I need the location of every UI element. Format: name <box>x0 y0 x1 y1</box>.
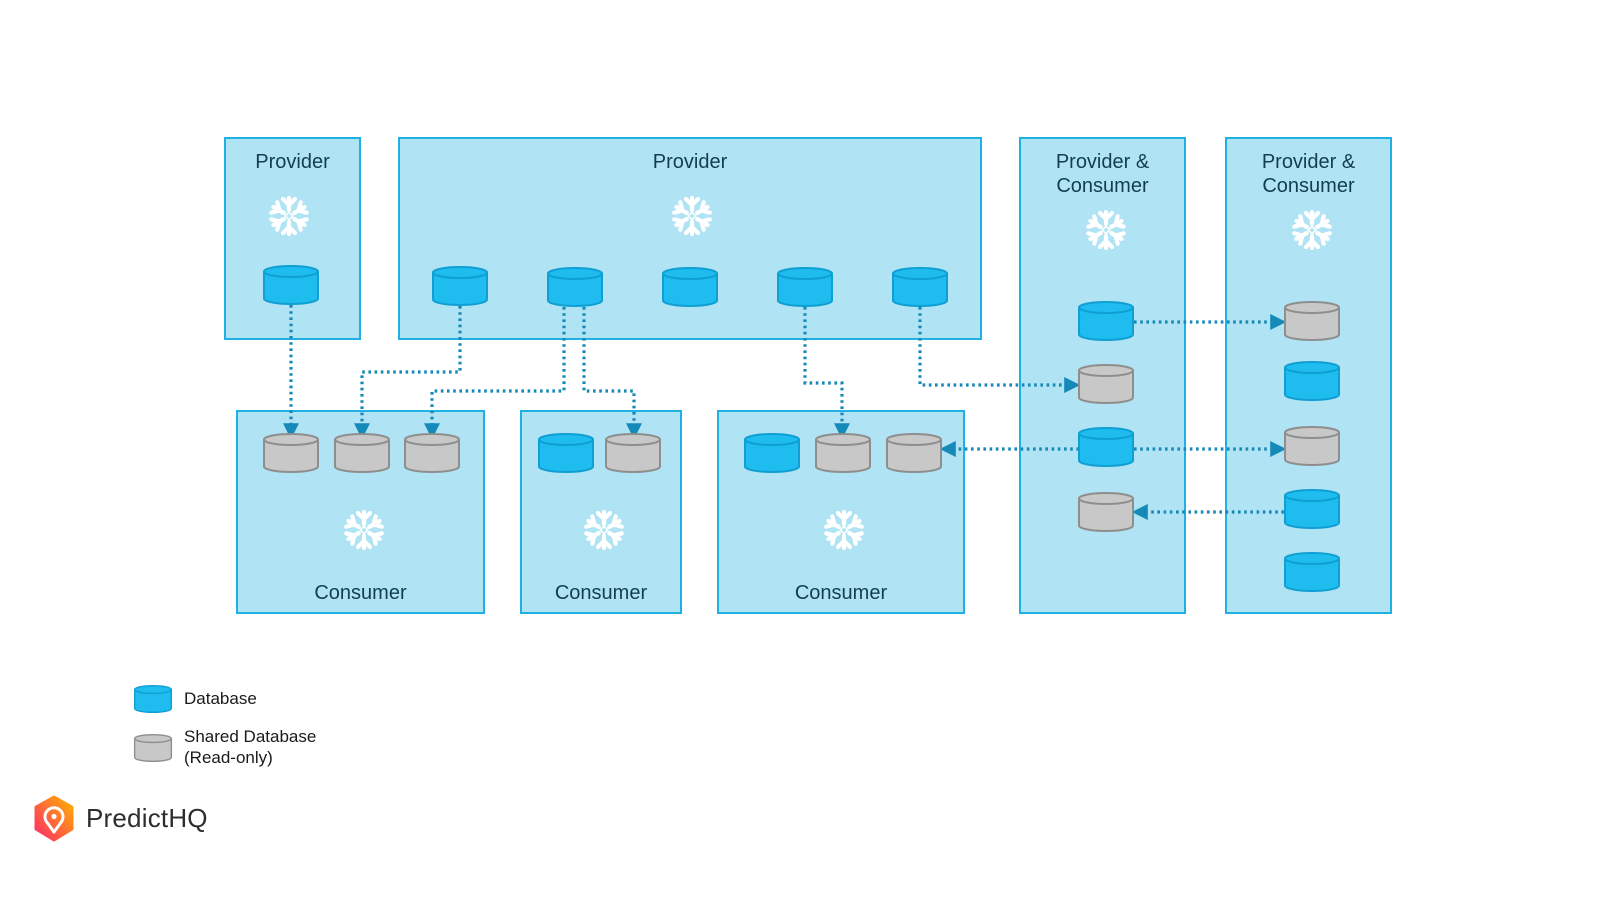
snowflake-icon <box>585 512 622 548</box>
database-icon <box>744 433 800 473</box>
brand-name: PredictHQ <box>86 803 208 833</box>
shared-database-icon <box>1078 364 1134 404</box>
database-icon <box>892 267 948 307</box>
shared-database-icon <box>605 433 661 473</box>
share-connector-arrow <box>803 307 850 440</box>
snowflake-icon <box>673 198 710 234</box>
shared-database-icon <box>886 433 942 473</box>
database-icon <box>263 265 319 305</box>
share-connector-arrow <box>424 307 566 440</box>
database-icon <box>1078 427 1134 467</box>
database-icon <box>1284 361 1340 401</box>
database-icon <box>1078 301 1134 341</box>
legend-shared-database-icon <box>133 734 173 762</box>
database-icon <box>547 267 603 307</box>
database-icon <box>777 267 833 307</box>
snowflake-icon <box>1087 212 1124 248</box>
snowflake-icon <box>825 512 862 548</box>
shared-database-icon <box>815 433 871 473</box>
shared-database-icon <box>1078 492 1134 532</box>
shared-database-icon <box>1284 426 1340 466</box>
database-icon <box>1284 552 1340 592</box>
shared-database-icon <box>404 433 460 473</box>
legend-database-label: Database <box>184 689 257 708</box>
share-connector-arrow <box>918 307 1081 393</box>
database-icon <box>662 267 718 307</box>
database-icon <box>538 433 594 473</box>
shared-database-icon <box>1284 301 1340 341</box>
snowflake-icon <box>270 198 307 234</box>
shared-database-icon <box>334 433 390 473</box>
snowflake-icon <box>1293 212 1330 248</box>
legend-shared-database-label: Shared Database (Read-only) <box>184 727 317 767</box>
snowflake-icon <box>345 512 382 548</box>
database-icon <box>1284 489 1340 529</box>
shared-database-icon <box>263 433 319 473</box>
predicthq-logo-icon <box>34 795 74 842</box>
database-icon <box>432 266 488 306</box>
share-connector-arrow <box>354 306 462 440</box>
legend-database-icon <box>133 685 173 713</box>
share-connector-arrow <box>582 307 642 440</box>
